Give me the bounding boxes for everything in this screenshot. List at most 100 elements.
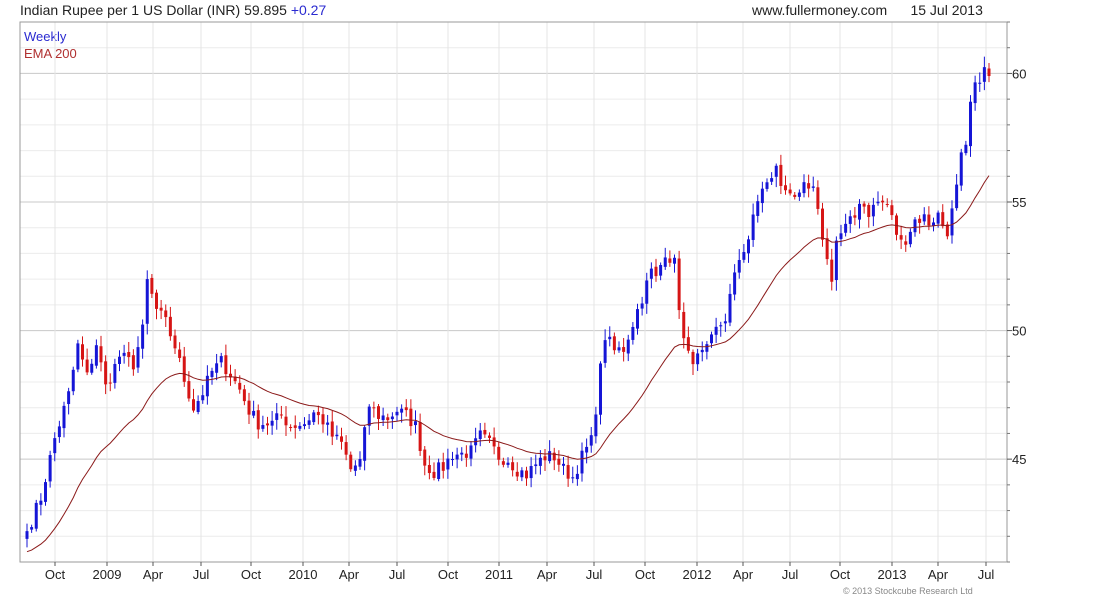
candle (164, 304, 168, 327)
candle (446, 448, 450, 479)
candle (691, 349, 695, 376)
candle (922, 207, 926, 225)
candle (825, 228, 829, 265)
candle (229, 364, 232, 386)
candle (437, 458, 441, 482)
candle (543, 448, 547, 472)
candle (751, 203, 755, 247)
candle (145, 270, 149, 335)
candle (659, 262, 663, 281)
candle (932, 217, 935, 232)
candle (520, 467, 524, 482)
candle (950, 200, 954, 244)
candle (159, 299, 163, 320)
candle (363, 425, 367, 471)
candle (131, 349, 135, 376)
candle (127, 341, 131, 367)
candle (663, 247, 667, 270)
candle (779, 154, 783, 195)
candle (247, 392, 251, 425)
x-tick-label: Apr (733, 567, 754, 582)
candle (793, 192, 797, 200)
candle (612, 332, 616, 355)
candle (266, 416, 269, 435)
candle (885, 198, 889, 208)
candle (488, 432, 491, 444)
candle (557, 450, 561, 472)
candle (381, 407, 385, 426)
candle (390, 412, 394, 429)
candle (358, 451, 362, 470)
x-tick-label: Jul (782, 567, 799, 582)
candle (409, 399, 413, 436)
candle (714, 317, 718, 343)
candle (594, 406, 598, 444)
candle (760, 181, 764, 213)
candle (284, 406, 288, 436)
x-tick-label: 2010 (289, 567, 318, 582)
candle (858, 199, 861, 229)
candle (192, 388, 195, 413)
x-tick-label: Oct (45, 567, 66, 582)
candle (141, 319, 145, 359)
candle (76, 339, 80, 373)
candle (275, 403, 279, 430)
candle (71, 366, 75, 396)
candle (340, 427, 343, 450)
candle (867, 202, 871, 228)
candle (289, 424, 293, 432)
candle (682, 302, 686, 349)
candle (99, 335, 103, 372)
candle (372, 401, 376, 418)
candle (982, 56, 986, 91)
x-tick-label: Jul (586, 567, 603, 582)
x-tick-label: Jul (193, 567, 210, 582)
candle (367, 404, 371, 435)
candle (899, 225, 903, 250)
candle (39, 493, 43, 516)
x-tick-label: Oct (241, 567, 262, 582)
candle (862, 201, 866, 214)
candle (353, 460, 357, 476)
candle (404, 399, 408, 417)
candle (321, 407, 325, 433)
candle (552, 447, 556, 471)
plot-frame (19, 21, 1008, 563)
candle (525, 466, 528, 486)
candle (608, 326, 612, 347)
candle (57, 420, 61, 443)
candle (797, 189, 801, 201)
candle (67, 387, 71, 415)
candle (25, 523, 29, 548)
candle (673, 254, 676, 273)
candle (515, 462, 519, 482)
copyright: © 2013 Stockcube Research Ltd (843, 586, 973, 596)
candle (34, 499, 38, 532)
candle (719, 321, 723, 337)
candle (386, 413, 390, 429)
candle (349, 451, 353, 472)
candle (747, 235, 750, 263)
candle (636, 303, 639, 335)
candle (973, 75, 977, 111)
candle (844, 213, 848, 237)
candle (580, 442, 584, 482)
candle (566, 455, 570, 487)
candle (219, 352, 223, 368)
candle (497, 441, 501, 466)
candle (978, 72, 982, 92)
candle (589, 426, 593, 453)
candle (113, 358, 117, 389)
candle (728, 283, 732, 327)
candle (377, 404, 380, 430)
candle (881, 195, 885, 211)
candle (534, 454, 538, 475)
candle (700, 341, 704, 362)
candle (640, 296, 644, 316)
candle (890, 199, 894, 220)
candle (48, 450, 52, 488)
candle (330, 410, 334, 446)
candle (196, 395, 200, 415)
candle (90, 358, 94, 375)
candle (677, 250, 681, 319)
